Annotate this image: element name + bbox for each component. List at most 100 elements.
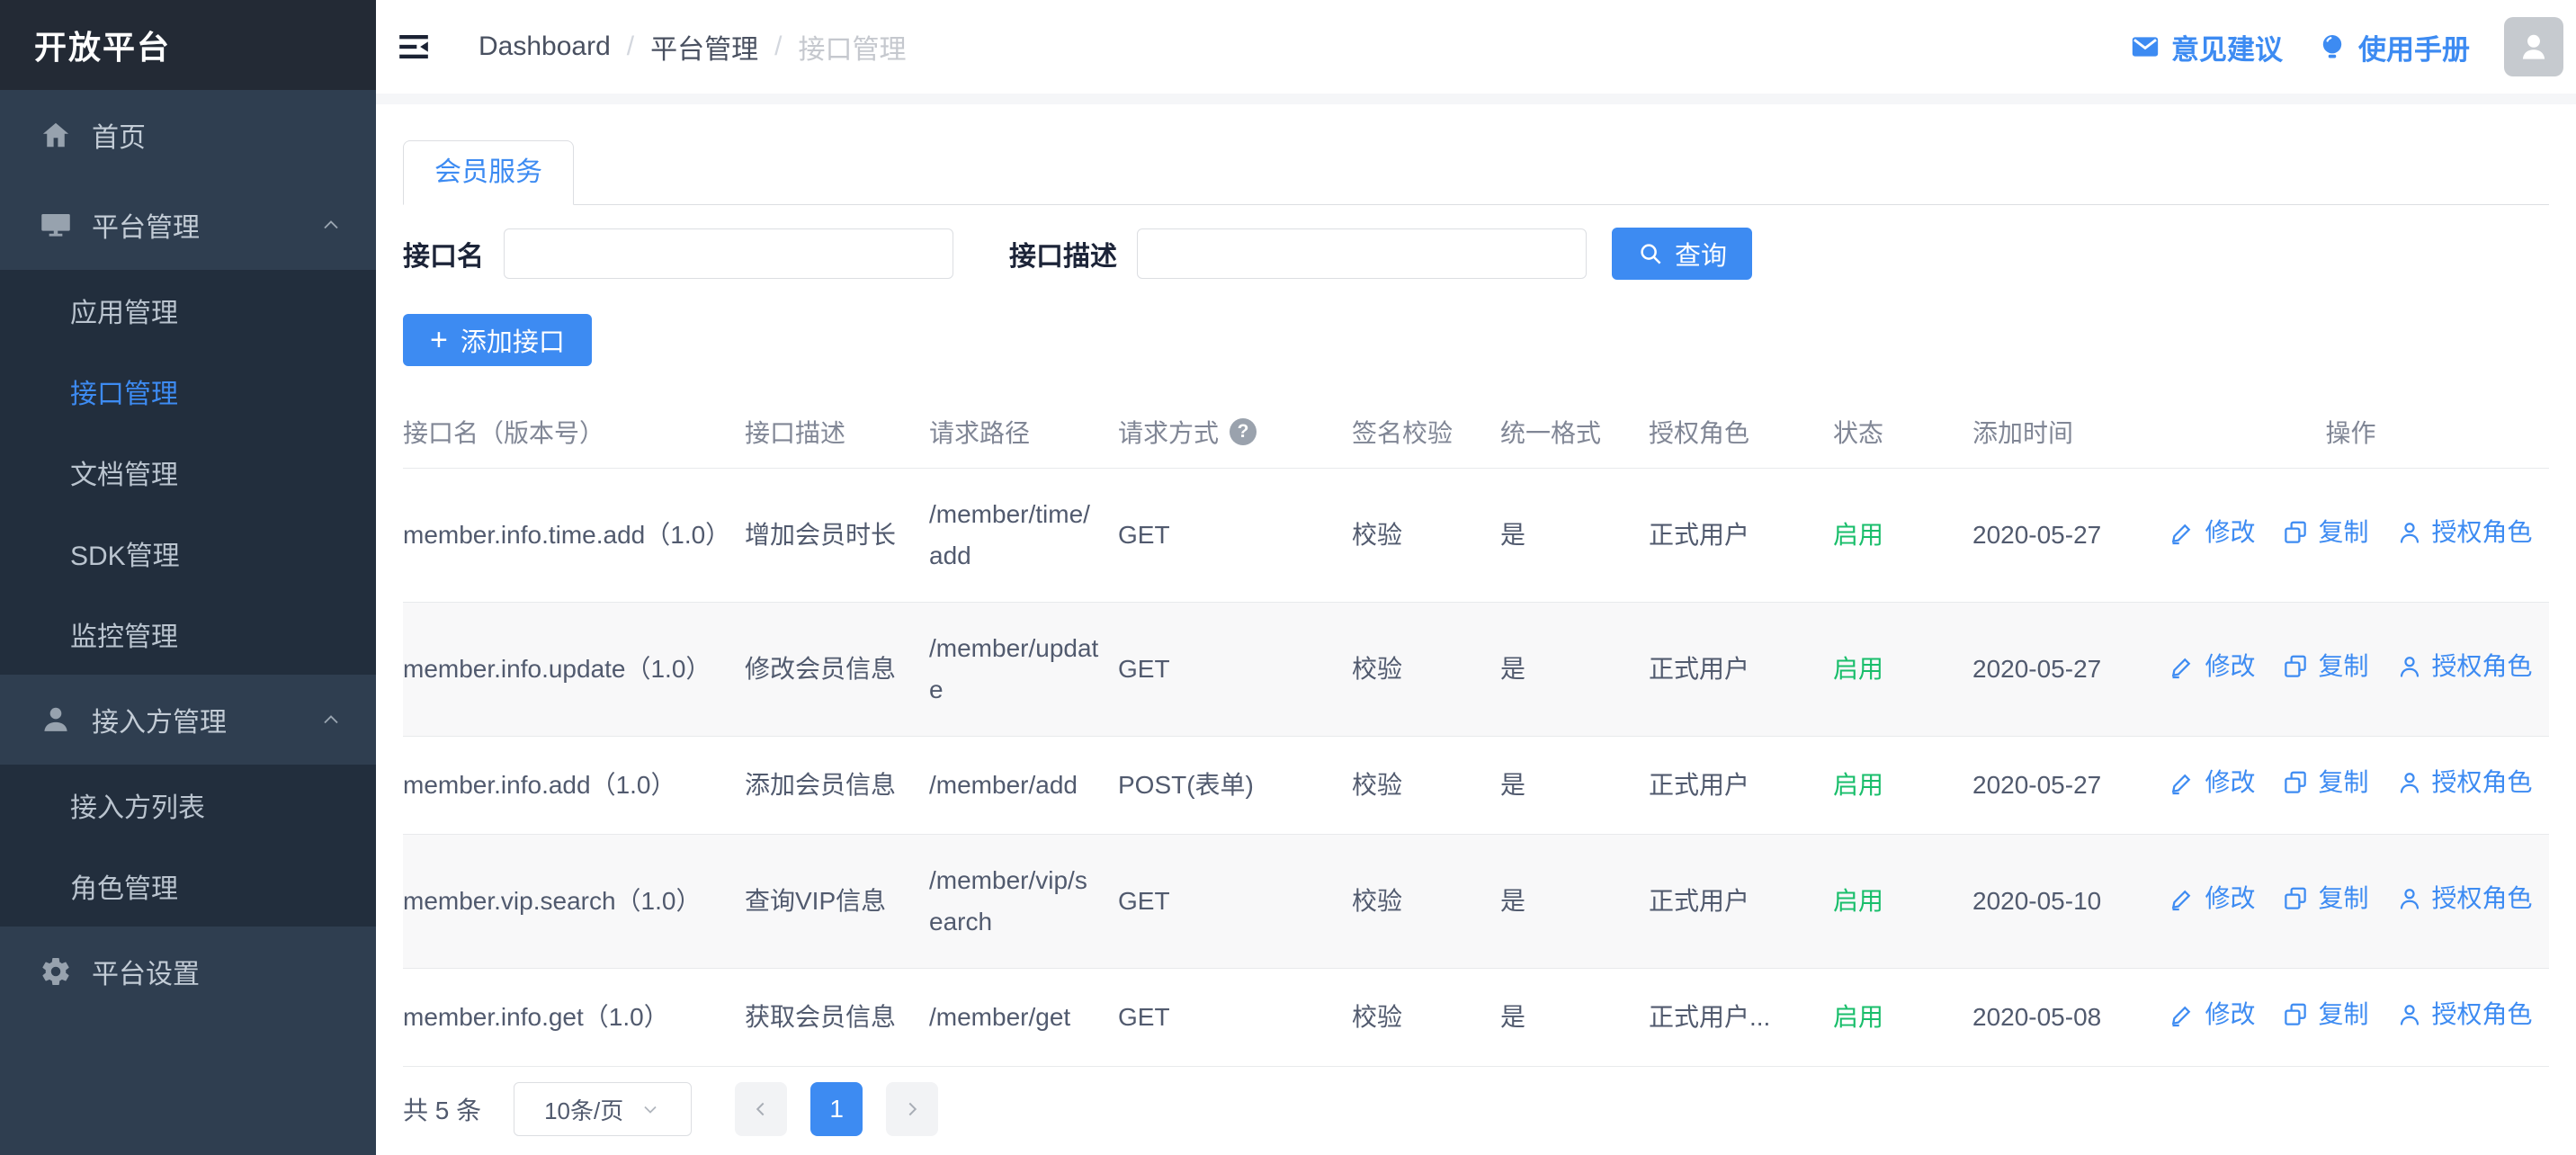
sidebar-item-label: 接入方管理 (92, 700, 318, 739)
user-icon (2396, 769, 2423, 796)
copy-label: 复制 (2318, 646, 2368, 687)
auth-role-link[interactable]: 授权角色 (2396, 762, 2533, 803)
edit-link[interactable]: 修改 (2169, 994, 2255, 1035)
mail-icon (2130, 31, 2160, 62)
edit-label: 修改 (2205, 878, 2255, 919)
sidebar-item-app-management[interactable]: 应用管理 (0, 270, 376, 351)
api-desc-input[interactable] (1137, 228, 1587, 279)
col-status: 状态 (1833, 396, 1972, 469)
cell-request-method: POST(表单) (1118, 737, 1352, 835)
sidebar-item-doc-management[interactable]: 文档管理 (0, 432, 376, 513)
sidebar-item-api-management[interactable]: 接口管理 (0, 351, 376, 432)
topbar: Dashboard / 平台管理 / 接口管理 意见建议 使用手册 (376, 0, 2576, 94)
prev-page-button[interactable] (735, 1082, 787, 1136)
sidebar-item-sdk-management[interactable]: SDK管理 (0, 513, 376, 594)
auth-role-label: 授权角色 (2432, 878, 2533, 919)
cell-auth-role: 正式用户 (1649, 737, 1833, 835)
right-pane: Dashboard / 平台管理 / 接口管理 意见建议 使用手册 (376, 0, 2576, 1155)
add-api-button[interactable]: + 添加接口 (403, 314, 592, 366)
cell-add-time: 2020-05-08 (1972, 969, 2152, 1067)
cell-request-path: /member/get (929, 969, 1118, 1067)
cell-sign-check: 校验 (1352, 969, 1500, 1067)
auth-role-link[interactable]: 授权角色 (2396, 878, 2533, 919)
auth-role-label: 授权角色 (2432, 762, 2533, 803)
query-button[interactable]: 查询 (1612, 228, 1752, 280)
sidebar-collapse-icon[interactable] (394, 27, 434, 67)
app-title: 开放平台 (0, 0, 376, 90)
copy-link[interactable]: 复制 (2282, 512, 2368, 553)
cell-add-time: 2020-05-27 (1972, 603, 2152, 737)
auth-role-link[interactable]: 授权角色 (2396, 512, 2533, 553)
status-badge: 启用 (1833, 737, 1972, 835)
page-1-button[interactable]: 1 (810, 1082, 863, 1136)
sidebar-item-partner-management[interactable]: 接入方管理 (0, 675, 376, 765)
api-table: 接口名（版本号） 接口描述 请求路径 请求方式 ? 签名校验 统一格式 授权角色 (403, 396, 2549, 1067)
copy-icon (2282, 519, 2309, 546)
avatar[interactable] (2504, 17, 2563, 76)
edit-link[interactable]: 修改 (2169, 762, 2255, 803)
cell-request-method: GET (1118, 603, 1352, 737)
table-row: member.info.get（1.0） 获取会员信息 /member/get … (403, 969, 2549, 1067)
auth-role-link[interactable]: 授权角色 (2396, 994, 2533, 1035)
sidebar-item-monitor-management[interactable]: 监控管理 (0, 594, 376, 675)
copy-link[interactable]: 复制 (2282, 878, 2368, 919)
chevron-left-icon (749, 1097, 773, 1121)
col-request-method-label: 请求方式 (1118, 414, 1219, 450)
breadcrumb-separator: / (774, 31, 782, 62)
cell-unified-format: 是 (1500, 835, 1649, 969)
cell-sign-check: 校验 (1352, 469, 1500, 603)
cell-api-desc: 添加会员信息 (745, 737, 929, 835)
edit-icon (2169, 653, 2196, 680)
sidebar-item-role-management[interactable]: 角色管理 (0, 846, 376, 927)
col-add-time: 添加时间 (1972, 396, 2152, 469)
cell-api-desc: 查询VIP信息 (745, 835, 929, 969)
sidebar: 开放平台 首页 平台管理 应用管理 接口管理 文档管理 SDK管理 监控管理 (0, 0, 376, 1155)
cell-api-name: member.info.update（1.0） (403, 603, 745, 737)
auth-role-label: 授权角色 (2432, 512, 2533, 553)
edit-link[interactable]: 修改 (2169, 646, 2255, 687)
api-name-label: 接口名 (403, 234, 484, 273)
cell-add-time: 2020-05-27 (1972, 469, 2152, 603)
table-row: member.vip.search（1.0） 查询VIP信息 /member/v… (403, 835, 2549, 969)
copy-link[interactable]: 复制 (2282, 762, 2368, 803)
help-icon[interactable]: ? (1230, 418, 1257, 445)
copy-link[interactable]: 复制 (2282, 994, 2368, 1035)
edit-icon (2169, 1001, 2196, 1028)
manual-link[interactable]: 使用手册 (2317, 27, 2470, 67)
add-api-button-label: 添加接口 (461, 321, 565, 359)
table-row: member.info.update（1.0） 修改会员信息 /member/u… (403, 603, 2549, 737)
copy-icon (2282, 885, 2309, 912)
api-name-input[interactable] (504, 228, 953, 279)
settings-icon (40, 955, 72, 988)
pagination: 共 5 条 10条/页 1 (403, 1082, 2549, 1136)
app-root: 开放平台 首页 平台管理 应用管理 接口管理 文档管理 SDK管理 监控管理 (0, 0, 2576, 1155)
edit-label: 修改 (2205, 646, 2255, 687)
edit-link[interactable]: 修改 (2169, 878, 2255, 919)
edit-label: 修改 (2205, 762, 2255, 803)
edit-link[interactable]: 修改 (2169, 512, 2255, 553)
sidebar-item-platform-management[interactable]: 平台管理 (0, 180, 376, 270)
next-page-button[interactable] (886, 1082, 938, 1136)
cell-api-desc: 增加会员时长 (745, 469, 929, 603)
cell-api-name: member.vip.search（1.0） (403, 835, 745, 969)
breadcrumb-platform-management[interactable]: 平台管理 (650, 27, 758, 67)
sidebar-filler (0, 1016, 376, 1155)
cell-request-path: /member/vip/search (929, 835, 1118, 969)
copy-link[interactable]: 复制 (2282, 646, 2368, 687)
page-size-select[interactable]: 10条/页 (514, 1082, 692, 1136)
copy-icon (2282, 653, 2309, 680)
cell-auth-role: 正式用户 (1649, 603, 1833, 737)
cell-operations: 修改 复制 授权角色 (2152, 603, 2549, 737)
sidebar-item-home[interactable]: 首页 (0, 90, 376, 180)
tab-member-service[interactable]: 会员服务 (403, 140, 574, 205)
cell-api-desc: 获取会员信息 (745, 969, 929, 1067)
cell-api-name: member.info.get（1.0） (403, 969, 745, 1067)
cell-add-time: 2020-05-27 (1972, 737, 2152, 835)
auth-role-link[interactable]: 授权角色 (2396, 646, 2533, 687)
sidebar-item-platform-settings[interactable]: 平台设置 (0, 927, 376, 1016)
col-api-desc: 接口描述 (745, 396, 929, 469)
chevron-up-icon (318, 707, 344, 732)
feedback-link[interactable]: 意见建议 (2130, 27, 2283, 67)
sidebar-item-partner-list[interactable]: 接入方列表 (0, 765, 376, 846)
breadcrumb-dashboard[interactable]: Dashboard (479, 31, 611, 62)
